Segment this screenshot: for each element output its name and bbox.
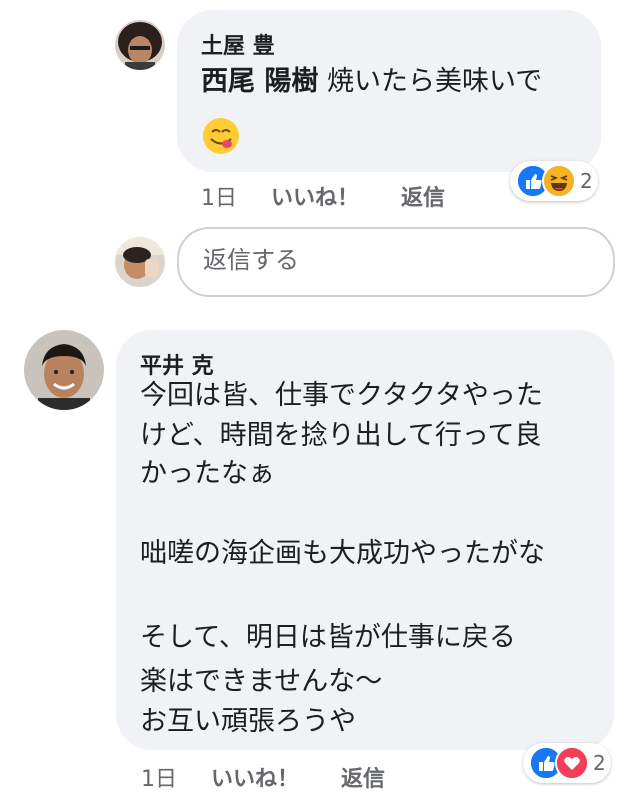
love-reaction-icon — [555, 746, 589, 780]
comment-bubble-2: 平井 克 今回は皆、仕事でクタクタやった けど、時間を捻り出して行って良 かった… — [116, 330, 614, 750]
reaction-summary-1[interactable]: 2 — [510, 161, 598, 201]
reaction-summary-2[interactable]: 2 — [523, 743, 611, 783]
comment-line-3: かったなぁ — [140, 458, 275, 489]
yum-face-emoji — [201, 116, 241, 156]
mention-tag[interactable]: 西尾 陽樹 — [201, 66, 318, 97]
reply-button[interactable]: 返信 — [401, 180, 445, 212]
comment-line-5: 咄嗟の海企画も大成功やったがな — [140, 538, 545, 569]
timestamp[interactable]: 1日 — [141, 761, 177, 793]
avatar-hirai[interactable] — [24, 330, 104, 410]
reply-input[interactable] — [201, 239, 585, 281]
comment-line-8: 楽はできませんな〜 — [140, 666, 383, 697]
comment-text-body: 焼いたら美味いで — [327, 66, 543, 97]
comment-line-9: お互い頑張ろうや — [140, 706, 356, 737]
avatar-current-user[interactable] — [115, 237, 165, 287]
like-button[interactable]: いいね！ — [211, 761, 299, 793]
haha-reaction-icon — [542, 164, 576, 198]
comment-line-2: けど、時間を捻り出して行って良 — [140, 420, 542, 451]
reaction-count: 2 — [593, 751, 606, 775]
reply-button[interactable]: 返信 — [341, 761, 385, 793]
reaction-count: 2 — [580, 169, 593, 193]
reply-input-box[interactable] — [177, 227, 615, 297]
comment-thread: 土屋 豊 西尾 陽樹 焼いたら美味いで 2 1日 いいね！ 返信 返信する 平井… — [0, 0, 640, 799]
comment-author[interactable]: 土屋 豊 — [201, 28, 275, 60]
timestamp[interactable]: 1日 — [201, 180, 237, 212]
comment-line-1: 今回は皆、仕事でクタクタやった — [140, 380, 543, 411]
comment-line-7: そして、明日は皆が仕事に戻る — [140, 622, 516, 653]
avatar-tsuchiya[interactable] — [115, 20, 165, 70]
like-button[interactable]: いいね！ — [271, 180, 359, 212]
comment-bubble-1: 土屋 豊 西尾 陽樹 焼いたら美味いで — [177, 10, 601, 172]
comment-text: 西尾 陽樹 焼いたら美味いで — [201, 62, 542, 102]
